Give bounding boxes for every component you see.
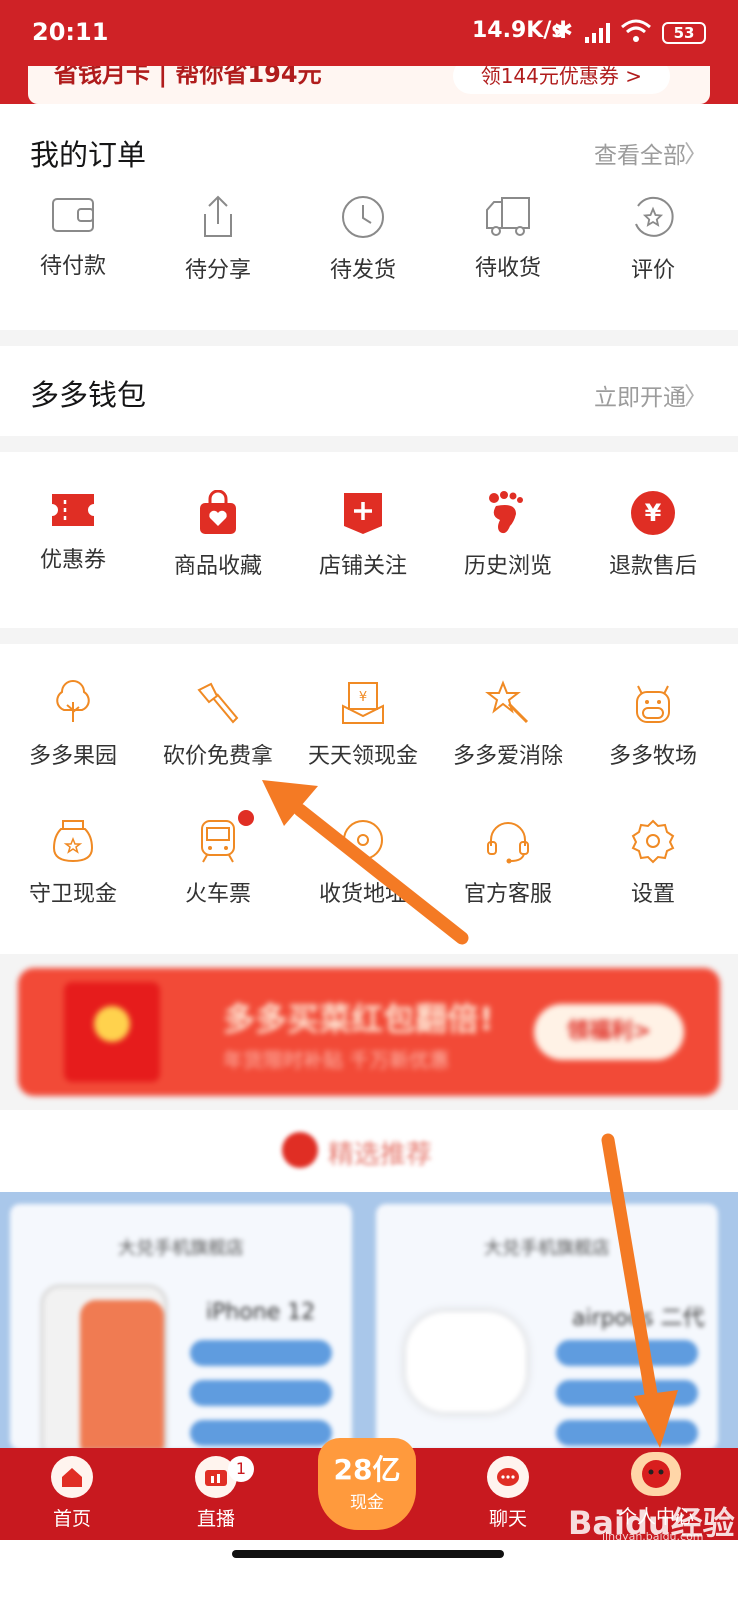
annotation-arrows — [262, 780, 678, 1448]
arrow-to-profile — [601, 1133, 678, 1448]
arrow-to-bargain — [262, 780, 469, 945]
watermark-url: jingyan.baidu.com — [602, 1530, 704, 1543]
